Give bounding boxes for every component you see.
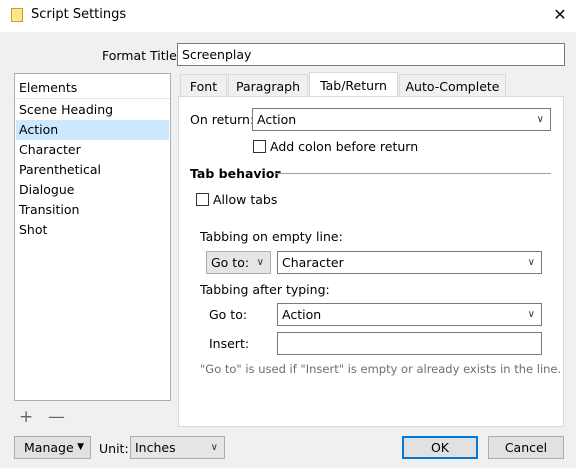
ok-button[interactable]: OK bbox=[402, 436, 478, 459]
list-header-divider bbox=[15, 98, 170, 99]
list-item[interactable]: Parenthetical bbox=[16, 160, 169, 180]
cancel-button[interactable]: Cancel bbox=[488, 436, 564, 459]
empty-line-action-value: Go to: bbox=[211, 255, 250, 270]
manage-label: Manage bbox=[24, 440, 74, 455]
allow-tabs-checkbox[interactable] bbox=[196, 193, 209, 206]
unit-value: Inches bbox=[135, 440, 176, 455]
list-item[interactable]: Shot bbox=[16, 220, 169, 240]
on-return-value: Action bbox=[257, 112, 297, 127]
unit-select[interactable]: Inches ∨ bbox=[130, 436, 225, 459]
tab-behavior-heading: Tab behavior bbox=[190, 166, 281, 181]
close-icon[interactable]: ✕ bbox=[549, 4, 571, 26]
insert-label: Insert: bbox=[209, 336, 250, 351]
format-title-input[interactable]: Screenplay bbox=[177, 43, 565, 66]
add-element-button[interactable]: + bbox=[19, 407, 33, 427]
document-icon bbox=[11, 8, 23, 22]
list-item[interactable]: Character bbox=[16, 140, 169, 160]
list-item[interactable]: Scene Heading bbox=[16, 100, 169, 120]
caret-down-icon: ▼ bbox=[77, 442, 84, 452]
list-item[interactable]: Dialogue bbox=[16, 180, 169, 200]
goto-hint-text: "Go to" is used if "Insert" is empty or … bbox=[200, 362, 562, 376]
empty-line-label: Tabbing on empty line: bbox=[200, 229, 343, 244]
chevron-down-icon: ∨ bbox=[210, 442, 218, 453]
add-colon-label: Add colon before return bbox=[270, 139, 419, 154]
on-return-label: On return: bbox=[190, 112, 255, 127]
empty-line-target-value: Character bbox=[282, 255, 344, 270]
elements-list-header: Elements bbox=[19, 80, 78, 95]
format-title-label: Format Title: bbox=[102, 48, 182, 63]
chevron-down-icon: ∨ bbox=[527, 257, 535, 268]
list-item[interactable]: Transition bbox=[16, 200, 169, 220]
chevron-down-icon: ∨ bbox=[536, 114, 544, 125]
after-typing-goto-label: Go to: bbox=[209, 307, 248, 322]
insert-input[interactable] bbox=[277, 332, 542, 355]
after-typing-goto-value: Action bbox=[282, 307, 322, 322]
window-title: Script Settings bbox=[31, 7, 127, 22]
tab-tab-return[interactable]: Tab/Return bbox=[309, 72, 398, 99]
unit-label: Unit: bbox=[99, 441, 129, 456]
chevron-down-icon: ∨ bbox=[256, 257, 264, 268]
remove-element-button[interactable]: — bbox=[48, 407, 65, 427]
after-typing-goto-select[interactable]: Action ∨ bbox=[277, 303, 542, 326]
section-divider bbox=[273, 173, 551, 174]
on-return-select[interactable]: Action ∨ bbox=[252, 108, 551, 131]
elements-list[interactable]: Elements Scene Heading Action Character … bbox=[14, 73, 171, 401]
empty-line-target-select[interactable]: Character ∨ bbox=[277, 251, 542, 274]
allow-tabs-label: Allow tabs bbox=[213, 192, 278, 207]
empty-line-action-select[interactable]: Go to: ∨ bbox=[206, 251, 271, 274]
add-colon-checkbox[interactable] bbox=[253, 140, 266, 153]
list-item[interactable]: Action bbox=[16, 120, 169, 140]
chevron-down-icon: ∨ bbox=[527, 309, 535, 320]
manage-button[interactable]: Manage ▼ bbox=[14, 436, 91, 459]
after-typing-label: Tabbing after typing: bbox=[200, 282, 330, 297]
